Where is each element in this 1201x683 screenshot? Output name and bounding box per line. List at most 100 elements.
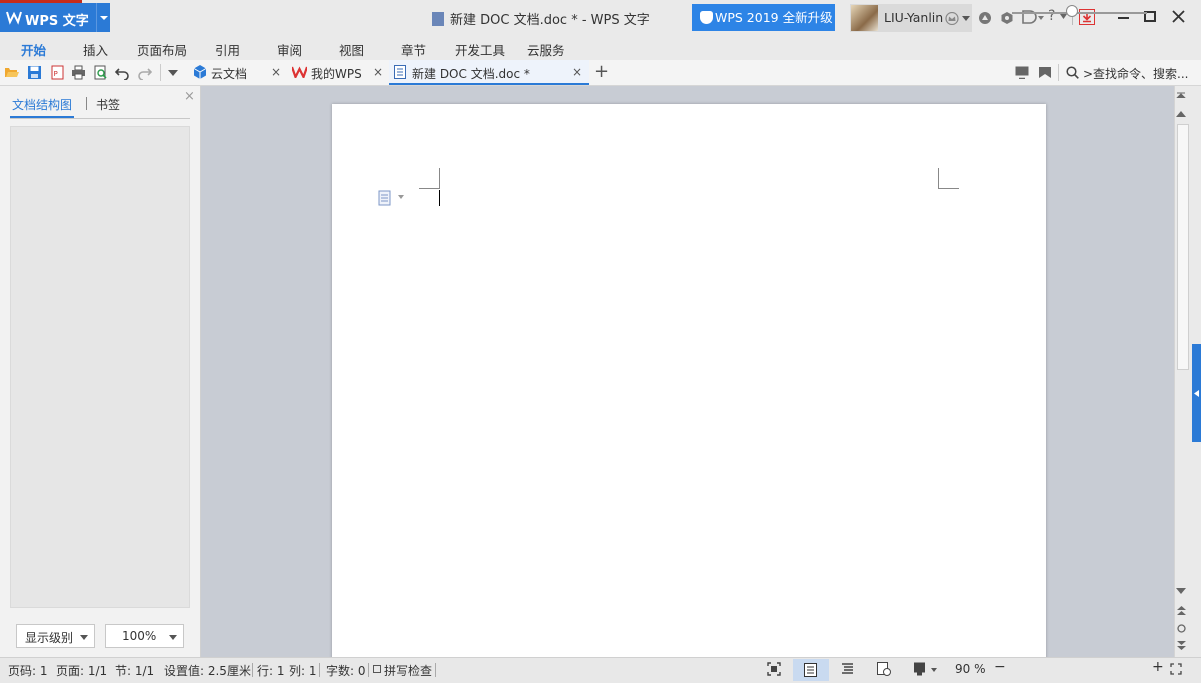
app-menu-dropdown-icon[interactable] — [96, 3, 110, 32]
user-account[interactable]: LIU-Yanlin — [850, 4, 972, 32]
status-row[interactable]: 行: 1 — [257, 662, 285, 679]
zoom-out-button[interactable]: − — [994, 659, 1006, 675]
previous-page-icon[interactable] — [1177, 606, 1186, 615]
tab-my-wps[interactable]: 我的WPS × — [288, 60, 388, 85]
menu-developer[interactable]: 开发工具 — [455, 40, 505, 59]
scroll-down-icon[interactable] — [1176, 588, 1186, 594]
select-browse-object-icon[interactable] — [1177, 624, 1186, 633]
outline-list[interactable] — [10, 126, 190, 608]
skin-icon[interactable] — [978, 11, 992, 25]
svg-text:P: P — [54, 70, 58, 78]
status-setting-value[interactable]: 设置值: 2.5厘米 — [164, 662, 251, 679]
navigation-pane: 文档结构图 书签 × 显示级别 100% — [0, 86, 201, 657]
save-icon[interactable] — [27, 65, 42, 80]
crown-icon — [945, 12, 959, 25]
chevron-left-icon — [1194, 390, 1199, 397]
text-cursor — [439, 190, 440, 206]
reading-mode-icon[interactable] — [913, 662, 926, 676]
username: LIU-Yanlin — [884, 10, 944, 25]
bookmark-tab-icon[interactable] — [1038, 66, 1052, 79]
avatar[interactable] — [851, 5, 878, 31]
menu-home[interactable]: 开始 — [21, 40, 46, 59]
menu-review[interactable]: 审阅 — [277, 40, 302, 59]
shield-icon — [700, 11, 713, 24]
divider — [252, 663, 253, 677]
menu-references[interactable]: 引用 — [215, 40, 240, 59]
tab-document-outline[interactable]: 文档结构图 — [12, 96, 72, 113]
fullscreen-icon[interactable] — [767, 662, 781, 676]
status-page-number[interactable]: 页码: 1 — [8, 662, 48, 679]
close-tab-icon[interactable]: × — [572, 65, 582, 79]
paragraph-layout-dropdown-icon[interactable] — [398, 195, 404, 199]
window-title: 新建 DOC 文档.doc * - WPS 文字 — [432, 9, 650, 28]
close-pane-icon[interactable]: × — [184, 89, 195, 104]
zoom-slider-track[interactable] — [1012, 12, 1147, 14]
cloud-doc-icon — [193, 65, 207, 79]
zoom-level[interactable]: 90 % — [955, 662, 986, 676]
pane-zoom-select[interactable]: 100% — [105, 624, 184, 648]
outline-view-icon[interactable] — [841, 662, 854, 676]
page-view-icon — [804, 663, 817, 677]
close-icon[interactable] — [1172, 10, 1185, 23]
divider — [86, 97, 87, 110]
wps-app-menu-button[interactable]: WPS 文字 — [0, 3, 110, 32]
upgrade-button[interactable]: WPS 2019 全新升级 — [692, 4, 835, 31]
menu-insert[interactable]: 插入 — [83, 40, 108, 59]
customize-toolbar-dropdown-icon[interactable] — [168, 70, 178, 76]
spell-check-checkbox[interactable] — [373, 665, 381, 673]
new-tab-button[interactable]: + — [594, 61, 609, 82]
zoom-slider-knob[interactable] — [1066, 5, 1078, 17]
close-tab-icon[interactable]: × — [373, 65, 383, 79]
divider — [435, 663, 436, 677]
help-dropdown-icon[interactable] — [1060, 14, 1067, 19]
screen-mode-icon[interactable] — [1015, 66, 1029, 79]
print-preview-icon[interactable] — [93, 65, 108, 80]
export-pdf-icon[interactable]: P — [50, 65, 65, 80]
web-layout-icon[interactable] — [877, 662, 891, 676]
undo-icon[interactable] — [115, 65, 130, 80]
paragraph-layout-icon[interactable] — [378, 190, 392, 206]
document-page[interactable] — [332, 104, 1046, 664]
level-select[interactable]: 显示级别 — [16, 624, 95, 648]
account-dropdown-icon[interactable] — [962, 16, 970, 21]
divider — [10, 118, 190, 119]
margin-corner-top-left — [419, 168, 440, 189]
fit-page-icon[interactable] — [1170, 663, 1182, 675]
wps-logo-icon — [6, 11, 22, 25]
scrollbar-thumb[interactable] — [1177, 124, 1189, 370]
wps-logo-icon — [292, 66, 307, 78]
scroll-top-icon[interactable] — [1176, 92, 1186, 98]
app-name: WPS 文字 — [25, 14, 89, 29]
minimize-icon[interactable] — [1118, 17, 1129, 19]
help-icon[interactable]: ? — [1048, 8, 1055, 24]
menu-chapter[interactable]: 章节 — [401, 40, 426, 59]
divider — [368, 663, 369, 677]
open-folder-icon[interactable] — [4, 65, 19, 80]
status-spell-check[interactable]: 拼写检查 — [384, 662, 432, 679]
next-page-icon[interactable] — [1177, 641, 1186, 650]
status-section[interactable]: 节: 1/1 — [115, 662, 154, 679]
status-column[interactable]: 列: 1 — [289, 662, 317, 679]
view-dropdown-icon[interactable] — [931, 668, 937, 672]
menu-view[interactable]: 视图 — [339, 40, 364, 59]
divider — [1058, 64, 1059, 81]
tab-bookmarks[interactable]: 书签 — [96, 96, 120, 113]
margin-corner-top-right — [938, 168, 959, 189]
menu-page-layout[interactable]: 页面布局 — [137, 40, 187, 59]
scroll-up-icon[interactable] — [1176, 111, 1186, 117]
status-pages[interactable]: 页面: 1/1 — [56, 662, 107, 679]
tab-cloud-doc[interactable]: 云文档 × — [188, 60, 288, 85]
print-icon[interactable] — [71, 65, 86, 80]
zoom-in-button[interactable]: + — [1152, 659, 1164, 675]
document-icon — [432, 12, 444, 26]
menu-cloud-service[interactable]: 云服务 — [527, 40, 565, 59]
search-icon — [1066, 66, 1079, 79]
status-word-count[interactable]: 字数: 0 — [326, 662, 366, 679]
redo-icon[interactable] — [137, 65, 152, 80]
tab-active-document[interactable]: 新建 DOC 文档.doc * × — [389, 60, 589, 85]
page-view-button[interactable] — [793, 659, 829, 681]
search-command-input[interactable]: >查找命令、搜索... — [1083, 65, 1189, 82]
divider — [160, 64, 161, 81]
divider — [319, 663, 320, 677]
close-tab-icon[interactable]: × — [271, 65, 281, 79]
